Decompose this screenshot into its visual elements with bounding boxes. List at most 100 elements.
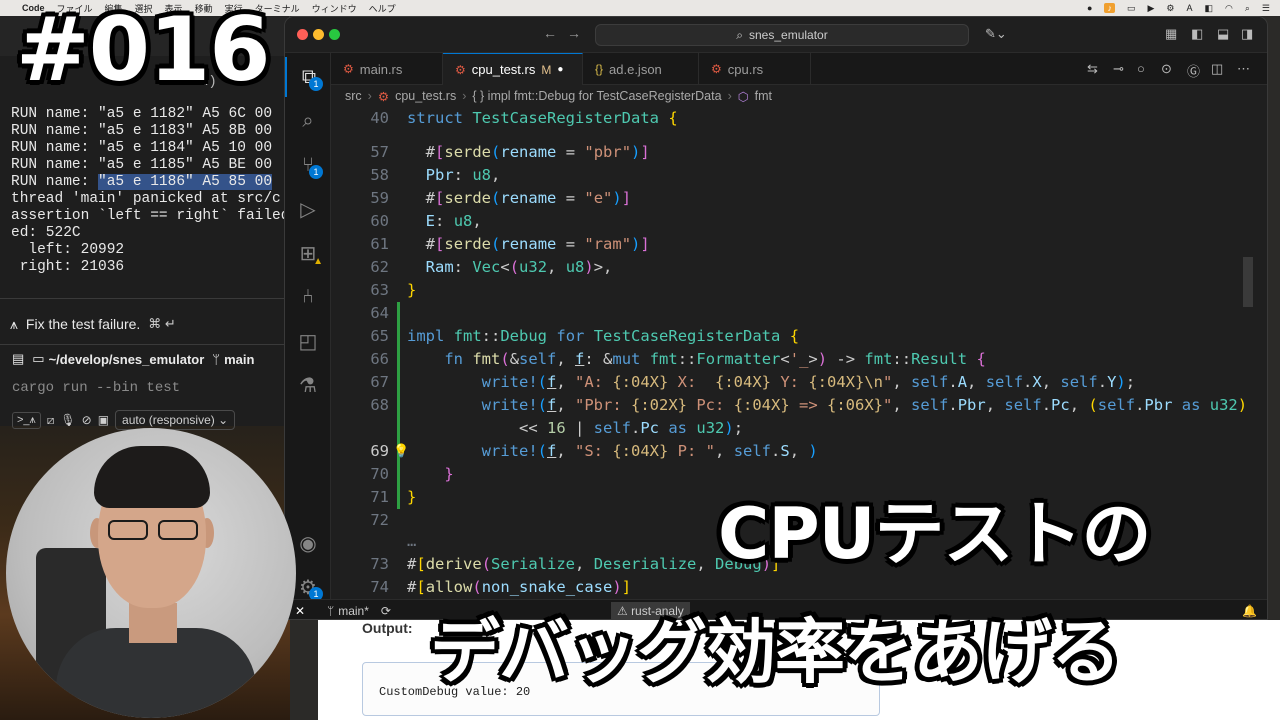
gear-icon[interactable]: ⚙ bbox=[1166, 3, 1174, 14]
code-line: 59 #[serde(rename = "e")] bbox=[370, 189, 632, 207]
control-center-icon[interactable]: ☰ bbox=[1262, 3, 1270, 14]
testing-icon[interactable]: ⚗ bbox=[285, 365, 331, 405]
warning-icon: ▲ bbox=[313, 256, 323, 267]
mic-icon[interactable]: ♪ bbox=[1104, 3, 1115, 13]
gutter-added-marker bbox=[397, 302, 400, 325]
unsaved-dot-icon[interactable]: ● bbox=[557, 64, 563, 75]
breadcrumb-folder[interactable]: src bbox=[345, 89, 362, 103]
rust-file-icon: ⚙ bbox=[711, 62, 722, 76]
terminal-line: RUN name: "a5 e 1182" A5 6C 00 bbox=[11, 106, 273, 122]
ai-suggestion-text: Fix the test failure. bbox=[25, 316, 141, 332]
scrollbar-thumb[interactable] bbox=[1243, 257, 1253, 307]
cwd-chip[interactable]: ▭ ~/develop/snes_emulator bbox=[32, 351, 204, 367]
menu-bar-extras: ● ♪ ▭ ▶ ⚙ A ◧ ◠ ⌕ ☰ bbox=[1087, 3, 1280, 14]
forward-arrow-icon[interactable]: → bbox=[567, 25, 581, 41]
display-icon[interactable]: ▭ bbox=[1127, 3, 1136, 14]
model-selector[interactable]: auto (responsive) ⌄ bbox=[115, 410, 236, 430]
gutter-added-marker bbox=[397, 463, 400, 486]
webcam-person-glasses bbox=[104, 520, 202, 542]
timeline-icon[interactable]: ⊸ bbox=[1113, 61, 1124, 77]
code-line-current: 69 💡 write!(f, "S: {:04X} P: ", self.S, ) bbox=[331, 440, 1267, 463]
code-line: 64 bbox=[331, 302, 1267, 325]
copilot-icon[interactable]: ✎⌄ bbox=[985, 26, 1007, 42]
method-icon: ⬡ bbox=[737, 89, 749, 104]
search-icon[interactable]: ⌕ bbox=[1245, 3, 1250, 14]
code-line: 62 Ram: Vec<(u32, u8)>, bbox=[370, 258, 613, 276]
webcam-person-hair bbox=[94, 446, 210, 508]
terminal-line: RUN name: "a5 e 1185" A5 BE 00 bbox=[11, 157, 273, 173]
rust-file-icon: ⚙ bbox=[377, 89, 390, 104]
code-line: 68 write!(f, "Pbr: {:02X} Pc: {:04X} => … bbox=[331, 394, 1267, 417]
attach-icon[interactable]: ⊘ bbox=[82, 413, 92, 427]
command-center-search[interactable]: ⌕ snes_emulator bbox=[595, 24, 969, 46]
gutter-added-marker bbox=[397, 325, 400, 348]
chat-icon[interactable]: ▤ bbox=[12, 351, 24, 367]
split-editor-icon[interactable]: ◫ bbox=[1211, 61, 1223, 77]
notifications-bell-icon[interactable]: 🔔 bbox=[1242, 604, 1257, 618]
toggle-secondary-sidebar-icon[interactable]: ◨ bbox=[1241, 26, 1253, 42]
terminal-line: RUN name: "a5 e 1184" A5 10 00 bbox=[11, 140, 273, 156]
close-window-button[interactable] bbox=[297, 29, 308, 40]
toggle-panel-icon[interactable]: ⬓ bbox=[1217, 26, 1229, 42]
chevron-right-icon: › bbox=[367, 89, 372, 103]
command-input[interactable]: cargo run --bin test bbox=[12, 380, 180, 396]
editor-tab-bar: ⚙ main.rs ⚙ cpu_test.rs M ● {} ad.e.json ⚙ cpu… bbox=[331, 53, 1267, 85]
source-control-badge: 1 bbox=[309, 165, 323, 179]
play-icon[interactable]: ▶ bbox=[1147, 3, 1154, 14]
tab-cpu-test-rs[interactable]: ⚙ cpu_test.rs M ● bbox=[443, 53, 583, 85]
back-arrow-icon[interactable]: ← bbox=[543, 25, 557, 41]
code-line: 40 struct TestCaseRegisterData { bbox=[370, 109, 678, 127]
wifi-icon[interactable]: ◠ bbox=[1225, 3, 1233, 14]
git-lens-icon[interactable]: Ⓖ bbox=[1187, 61, 1200, 80]
editor-scrollbar[interactable] bbox=[1243, 107, 1253, 603]
terminal-context-row: ▤ ▭ ~/develop/snes_emulator ᛘ main bbox=[12, 351, 254, 367]
activity-bar: ⧉ 1 ⌕ ⑂ 1 ▷ ⊞ ▲ ⑃ ◰ ⚗ ◉ ⚙ 1 bbox=[285, 53, 331, 603]
menu-help[interactable]: ヘルプ bbox=[369, 2, 396, 15]
slash-icon[interactable]: ⧄ bbox=[47, 413, 55, 428]
terminal-selection: "a5 e 1186" A5 85 00 bbox=[98, 174, 273, 190]
input-source-icon[interactable]: A bbox=[1186, 3, 1192, 13]
compare-icon[interactable]: ⇆ bbox=[1087, 61, 1098, 77]
breadcrumb-method[interactable]: fmt bbox=[755, 89, 772, 103]
mic-icon[interactable]: 🎙 bbox=[60, 413, 75, 427]
open-changes-icon[interactable]: ○ bbox=[1137, 61, 1145, 76]
gutter-added-marker bbox=[397, 417, 400, 440]
source-control-icon[interactable]: ⑂ 1 bbox=[285, 145, 331, 185]
ai-suggestion[interactable]: ⩚ Fix the test failure. ⌘ ↵ bbox=[10, 312, 278, 336]
extensions-icon[interactable]: ⊞ ▲ bbox=[285, 233, 331, 273]
workspace-name: snes_emulator bbox=[749, 28, 828, 42]
search-icon[interactable]: ⌕ bbox=[285, 101, 331, 141]
sync-icon[interactable]: ⟳ bbox=[381, 604, 391, 618]
toggle-sidebar-icon[interactable]: ◧ bbox=[1191, 26, 1203, 42]
terminal-divider bbox=[0, 344, 290, 345]
minimize-window-button[interactable] bbox=[313, 29, 324, 40]
diff-icon[interactable]: ⊙ bbox=[1161, 61, 1172, 77]
branch-chip[interactable]: ᛘ main bbox=[212, 352, 254, 367]
layout-icon[interactable]: ▦ bbox=[1165, 26, 1177, 42]
tab-cpu-rs[interactable]: ⚙ cpu.rs bbox=[699, 53, 811, 85]
breadcrumb-impl[interactable]: { } impl fmt::Debug for TestCaseRegister… bbox=[472, 89, 721, 103]
tab-ad-e-json[interactable]: {} ad.e.json bbox=[583, 53, 699, 85]
remote-explorer-icon[interactable]: ◰ bbox=[285, 321, 331, 361]
output-label: Output: bbox=[362, 620, 413, 636]
chevron-right-icon: › bbox=[727, 89, 732, 103]
breadcrumb-file[interactable]: cpu_test.rs bbox=[395, 89, 456, 103]
git-graph-icon[interactable]: ⑃ bbox=[285, 277, 331, 317]
webcam-person-neck bbox=[129, 603, 177, 643]
code-line: 67 write!(f, "A: {:04X} X: {:04X} Y: {:0… bbox=[331, 371, 1267, 394]
record-icon[interactable]: ● bbox=[1087, 3, 1092, 13]
status-branch[interactable]: ᛘ main* bbox=[327, 604, 369, 618]
terminal-line: assertion `left == right` failed bbox=[11, 208, 290, 224]
zoom-window-button[interactable] bbox=[329, 29, 340, 40]
image-icon[interactable]: ▣ bbox=[98, 413, 109, 427]
lock-icon[interactable]: ◧ bbox=[1205, 3, 1214, 14]
run-debug-icon[interactable]: ▷ bbox=[285, 189, 331, 229]
agent-mode-toggle[interactable]: >_⩚ bbox=[12, 411, 41, 429]
code-line: 58 Pbr: u8, bbox=[370, 166, 501, 184]
tab-main-rs[interactable]: ⚙ main.rs bbox=[331, 53, 443, 85]
explorer-icon[interactable]: ⧉ 1 bbox=[285, 57, 331, 97]
menu-window[interactable]: ウィンドウ bbox=[312, 2, 357, 15]
code-line: 61 #[serde(rename = "ram")] bbox=[370, 235, 650, 253]
terminal-line: RUN name: "a5 e 1183" A5 8B 00 bbox=[11, 123, 273, 139]
more-actions-icon[interactable]: ⋯ bbox=[1237, 61, 1250, 77]
